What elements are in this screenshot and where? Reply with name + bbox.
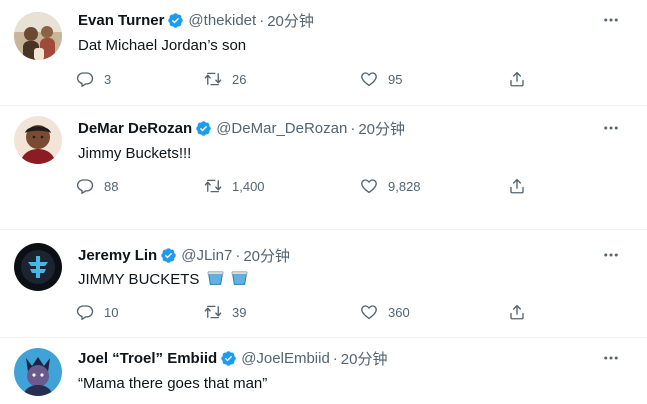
display-name[interactable]: Jeremy Lin	[78, 247, 157, 264]
reply-button[interactable]: 3	[76, 68, 111, 90]
tweet-text: Dat Michael Jordan’s son	[78, 37, 247, 54]
more-button[interactable]	[601, 245, 621, 265]
like-button[interactable]: 360	[360, 301, 410, 323]
more-button[interactable]	[601, 10, 621, 30]
like-icon	[360, 177, 378, 195]
like-button[interactable]: 9,828	[360, 175, 421, 197]
share-button[interactable]	[508, 301, 536, 323]
reply-button[interactable]: 88	[76, 175, 118, 197]
retweet-icon	[204, 70, 222, 88]
share-icon	[508, 70, 526, 88]
verified-badge-icon	[167, 12, 184, 29]
separator: ·	[332, 349, 338, 367]
tweet-text: “Mama there goes that man”	[78, 375, 268, 392]
handle[interactable]: @JoelEmbiid	[241, 350, 330, 367]
retweet-count: 1,400	[232, 178, 265, 194]
separator: ·	[235, 246, 241, 264]
retweet-icon	[204, 303, 222, 321]
timestamp[interactable]: 20分钟	[341, 348, 388, 369]
avatar[interactable]	[14, 12, 62, 60]
avatar[interactable]	[14, 348, 62, 396]
tweet[interactable]: Jeremy Lin @JLin7 · 20分钟 JIMMY BUCKETS 1…	[0, 230, 647, 338]
timestamp[interactable]: 20分钟	[358, 118, 405, 139]
reply-icon	[76, 70, 94, 88]
display-name[interactable]: Joel “Troel” Embiid	[78, 350, 217, 367]
separator: ·	[259, 11, 265, 29]
like-count: 360	[388, 304, 410, 320]
tweet-actions: 3 26 95	[76, 68, 536, 90]
more-icon	[602, 119, 620, 137]
tweet-header: Evan Turner @thekidet · 20分钟	[78, 9, 314, 31]
tweet-text: JIMMY BUCKETS	[78, 271, 200, 288]
separator: ·	[350, 119, 356, 137]
more-button[interactable]	[601, 348, 621, 368]
tweet-header: DeMar DeRozan @DeMar_DeRozan · 20分钟	[78, 117, 405, 139]
retweet-count: 26	[232, 71, 247, 87]
share-icon	[508, 303, 526, 321]
bucket-emoji-icon	[207, 271, 224, 286]
tweet-text-line: JIMMY BUCKETS	[78, 271, 248, 288]
retweet-count: 39	[232, 304, 247, 320]
verified-badge-icon	[195, 120, 212, 137]
handle[interactable]: @thekidet	[188, 12, 256, 29]
like-count: 95	[388, 71, 403, 87]
retweet-icon	[204, 177, 222, 195]
tweet[interactable]: Evan Turner @thekidet · 20分钟 Dat Michael…	[0, 0, 647, 106]
share-icon	[508, 177, 526, 195]
tweet[interactable]: DeMar DeRozan @DeMar_DeRozan · 20分钟 Jimm…	[0, 106, 647, 230]
more-icon	[602, 349, 620, 367]
bucket-emoji-icon	[231, 271, 248, 286]
share-button[interactable]	[508, 175, 536, 197]
more-button[interactable]	[601, 118, 621, 138]
reply-button[interactable]: 10	[76, 301, 118, 323]
like-count: 9,828	[388, 178, 421, 194]
timestamp[interactable]: 20分钟	[243, 245, 290, 266]
display-name[interactable]: DeMar DeRozan	[78, 120, 192, 137]
handle[interactable]: @JLin7	[181, 247, 232, 264]
handle[interactable]: @DeMar_DeRozan	[216, 120, 347, 137]
reply-icon	[76, 177, 94, 195]
tweet-feed: Evan Turner @thekidet · 20分钟 Dat Michael…	[0, 0, 647, 404]
avatar[interactable]	[14, 116, 62, 164]
retweet-button[interactable]: 39	[204, 301, 246, 323]
tweet-actions: 88 1,400 9,828	[76, 175, 536, 197]
reply-count: 3	[104, 71, 112, 87]
display-name[interactable]: Evan Turner	[78, 12, 164, 29]
tweet[interactable]: Joel “Troel” Embiid @JoelEmbiid · 20分钟 “…	[0, 338, 647, 404]
verified-badge-icon	[160, 247, 177, 264]
more-icon	[602, 11, 620, 29]
timestamp[interactable]: 20分钟	[267, 10, 314, 31]
tweet-text: Jimmy Buckets!!!	[78, 145, 192, 162]
retweet-button[interactable]: 26	[204, 68, 246, 90]
avatar[interactable]	[14, 243, 62, 291]
retweet-button[interactable]: 1,400	[204, 175, 265, 197]
more-icon	[602, 246, 620, 264]
like-icon	[360, 303, 378, 321]
tweet-header: Jeremy Lin @JLin7 · 20分钟	[78, 244, 290, 266]
tweet-actions: 10 39 360	[76, 301, 536, 323]
reply-count: 10	[104, 304, 119, 320]
tweet-header: Joel “Troel” Embiid @JoelEmbiid · 20分钟	[78, 347, 387, 369]
like-icon	[360, 70, 378, 88]
reply-count: 88	[104, 178, 119, 194]
like-button[interactable]: 95	[360, 68, 402, 90]
verified-badge-icon	[220, 350, 237, 367]
reply-icon	[76, 303, 94, 321]
share-button[interactable]	[508, 68, 536, 90]
